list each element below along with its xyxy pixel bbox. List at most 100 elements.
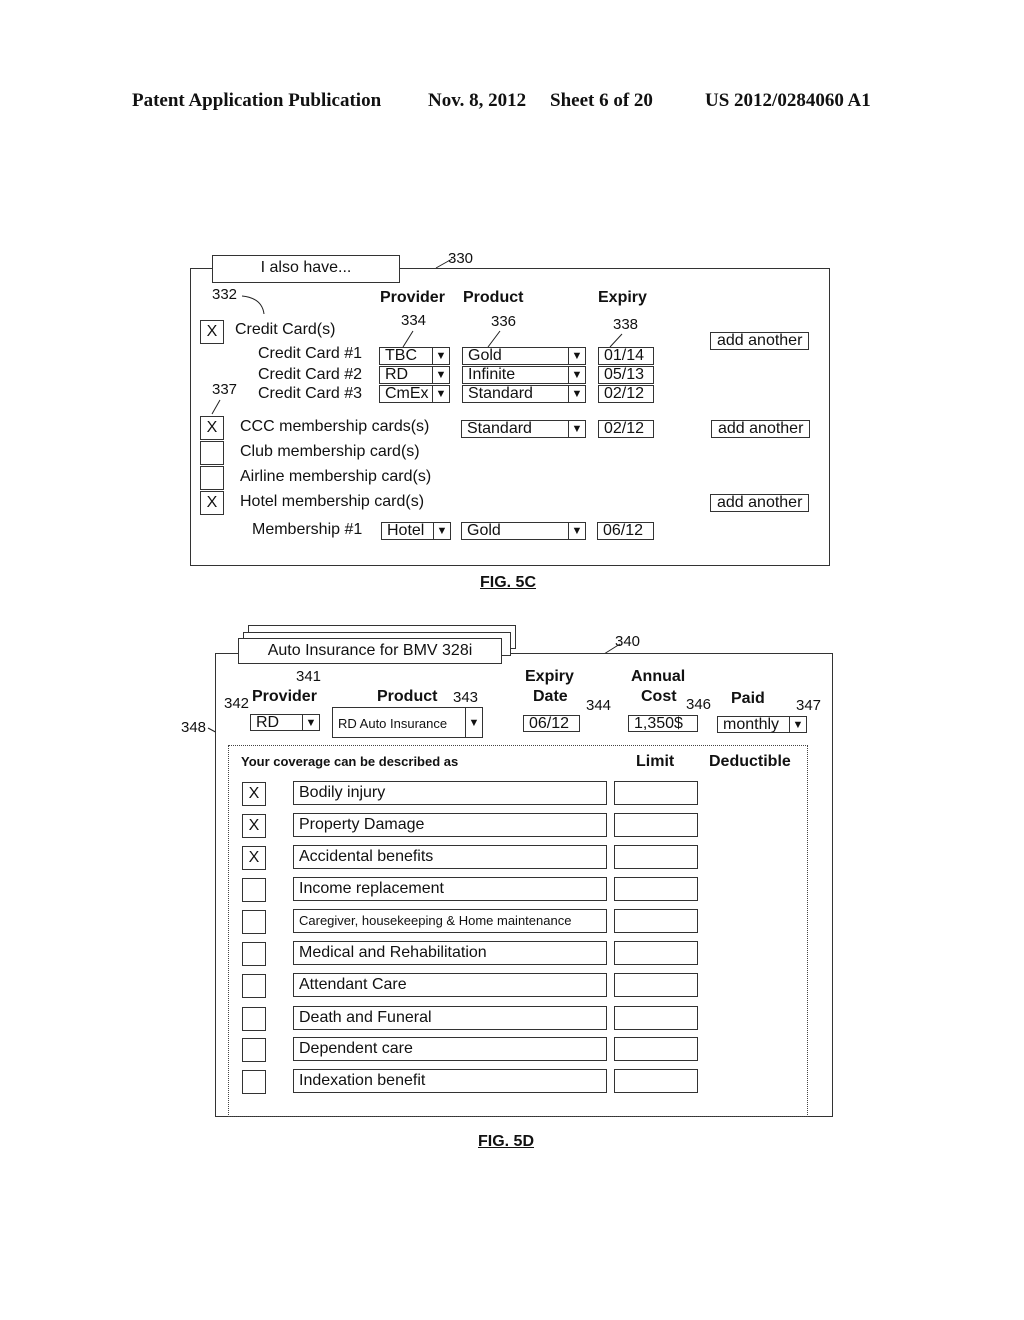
membership-1-product-select[interactable]: Gold ▼ bbox=[461, 522, 586, 540]
coverage-checkbox[interactable] bbox=[242, 1070, 266, 1094]
coverage-checkbox[interactable] bbox=[242, 1007, 266, 1031]
coverage-checkbox[interactable]: X bbox=[242, 846, 266, 870]
dropdown-arrow-icon[interactable]: ▼ bbox=[432, 386, 449, 402]
coverage-label-field: Attendant Care bbox=[293, 973, 607, 997]
fig5c-tab-label: I also have... bbox=[260, 259, 352, 276]
dropdown-arrow-icon[interactable]: ▼ bbox=[432, 367, 449, 383]
expiry-date-field[interactable]: 06/12 bbox=[523, 715, 580, 732]
dropdown-arrow-icon[interactable]: ▼ bbox=[568, 348, 585, 364]
dropdown-arrow-icon[interactable]: ▼ bbox=[568, 367, 585, 383]
product-select[interactable]: RD Auto Insurance ▼ bbox=[332, 707, 483, 738]
ref-336: 336 bbox=[491, 313, 517, 330]
figure-caption-5d: FIG. 5D bbox=[478, 1133, 535, 1150]
credit-card-2-provider-select[interactable]: RD ▼ bbox=[379, 366, 450, 384]
coverage-limit-field[interactable] bbox=[614, 941, 698, 965]
coverage-checkbox[interactable] bbox=[242, 974, 266, 998]
ref-334: 334 bbox=[401, 312, 427, 329]
selected-value: Standard bbox=[467, 420, 532, 437]
dropdown-arrow-icon[interactable]: ▼ bbox=[465, 708, 482, 737]
coverage-limit-field[interactable] bbox=[614, 973, 698, 997]
selected-value: Gold bbox=[467, 522, 501, 539]
ref-348: 348 bbox=[181, 719, 207, 736]
add-another-button-credit-cards[interactable]: add another bbox=[710, 332, 810, 350]
coverage-checkbox[interactable]: X bbox=[242, 782, 266, 806]
credit-card-2-expiry-field[interactable]: 05/13 bbox=[598, 366, 654, 384]
category-label-hotel-membership: Hotel membership card(s) bbox=[240, 493, 425, 510]
fig5d-tab[interactable]: Auto Insurance for BMV 328i bbox=[238, 638, 502, 664]
column-header-expiry: Expiry bbox=[525, 668, 574, 685]
credit-card-3-provider-select[interactable]: CmEx ▼ bbox=[379, 385, 450, 403]
credit-card-3-expiry-field[interactable]: 02/12 bbox=[598, 385, 654, 403]
dropdown-arrow-icon[interactable]: ▼ bbox=[789, 717, 806, 732]
ref-332: 332 bbox=[212, 286, 238, 303]
ref-341: 341 bbox=[296, 668, 322, 685]
coverage-limit-field[interactable] bbox=[614, 909, 698, 933]
credit-card-3-label: Credit Card #3 bbox=[258, 385, 363, 402]
membership-1-label: Membership #1 bbox=[252, 521, 363, 538]
coverage-limit-field[interactable] bbox=[614, 1006, 698, 1030]
ccc-product-select[interactable]: Standard ▼ bbox=[461, 420, 586, 438]
coverage-label-field: Medical and Rehabilitation bbox=[293, 941, 607, 965]
patent-number: US 2012/0284060 A1 bbox=[705, 90, 871, 111]
column-header-product: Product bbox=[377, 688, 438, 705]
add-another-button-hotel[interactable]: add another bbox=[710, 494, 810, 512]
ref-342: 342 bbox=[224, 695, 250, 712]
coverage-label-field: Property Damage bbox=[293, 813, 607, 837]
coverage-checkbox[interactable]: X bbox=[242, 814, 266, 838]
fig5d-tab-label: Auto Insurance for BMV 328i bbox=[267, 642, 473, 659]
dropdown-arrow-icon[interactable]: ▼ bbox=[568, 523, 585, 539]
coverage-limit-field[interactable] bbox=[614, 1037, 698, 1061]
sheet-number: Sheet 6 of 20 bbox=[550, 90, 653, 111]
column-header-product: Product bbox=[463, 289, 524, 306]
dropdown-arrow-icon[interactable]: ▼ bbox=[432, 348, 449, 364]
credit-card-1-provider-select[interactable]: TBC ▼ bbox=[379, 347, 450, 365]
fig5c-tab[interactable]: I also have... bbox=[212, 255, 400, 283]
credit-card-2-label: Credit Card #2 bbox=[258, 366, 363, 383]
checkbox-club-membership[interactable] bbox=[200, 441, 224, 465]
dropdown-arrow-icon[interactable]: ▼ bbox=[568, 421, 585, 437]
annual-cost-field[interactable]: 1,350$ bbox=[628, 715, 698, 732]
checkbox-airline-membership[interactable] bbox=[200, 466, 224, 490]
dropdown-arrow-icon[interactable]: ▼ bbox=[433, 523, 450, 539]
coverage-checkbox[interactable] bbox=[242, 910, 266, 934]
ref-337: 337 bbox=[212, 381, 238, 398]
credit-card-2-product-select[interactable]: Infinite ▼ bbox=[462, 366, 586, 384]
selected-value: monthly bbox=[723, 716, 780, 733]
coverage-checkbox[interactable] bbox=[242, 942, 266, 966]
publication-label: Patent Application Publication bbox=[132, 90, 382, 111]
coverage-limit-field[interactable] bbox=[614, 877, 698, 901]
provider-select[interactable]: RD ▼ bbox=[250, 714, 320, 731]
column-header-provider: Provider bbox=[380, 289, 445, 306]
ref-343: 343 bbox=[453, 689, 479, 706]
coverage-limit-field[interactable] bbox=[614, 1069, 698, 1093]
ccc-expiry-field[interactable]: 02/12 bbox=[598, 420, 654, 438]
category-label-credit-cards: Credit Card(s) bbox=[235, 321, 336, 338]
coverage-checkbox[interactable] bbox=[242, 878, 266, 902]
dropdown-arrow-icon[interactable]: ▼ bbox=[302, 715, 319, 730]
coverage-checkbox[interactable] bbox=[242, 1038, 266, 1062]
add-another-button-ccc[interactable]: add another bbox=[711, 420, 811, 438]
credit-card-3-product-select[interactable]: Standard ▼ bbox=[462, 385, 586, 403]
checkbox-ccc-membership[interactable]: X bbox=[200, 416, 224, 440]
selected-value: Gold bbox=[468, 347, 502, 364]
coverage-limit-field[interactable] bbox=[614, 845, 698, 869]
membership-1-provider-select[interactable]: Hotel ▼ bbox=[381, 522, 451, 540]
column-header-paid: Paid bbox=[731, 690, 765, 707]
checkbox-hotel-membership[interactable]: X bbox=[200, 491, 224, 515]
dropdown-arrow-icon[interactable]: ▼ bbox=[568, 386, 585, 402]
membership-1-expiry-field[interactable]: 06/12 bbox=[597, 522, 654, 540]
selected-value: Standard bbox=[468, 385, 533, 402]
credit-card-1-expiry-field[interactable]: 01/14 bbox=[598, 347, 654, 365]
coverage-label-field: Caregiver, housekeeping & Home maintenan… bbox=[293, 909, 607, 933]
checkbox-credit-cards[interactable]: X bbox=[200, 320, 224, 344]
coverage-limit-field[interactable] bbox=[614, 813, 698, 837]
deductible-header: Deductible bbox=[709, 753, 791, 770]
selected-value: RD bbox=[256, 714, 280, 731]
paid-frequency-select[interactable]: monthly ▼ bbox=[717, 716, 807, 733]
ref-346: 346 bbox=[686, 696, 712, 713]
credit-card-1-product-select[interactable]: Gold ▼ bbox=[462, 347, 586, 365]
coverage-limit-field[interactable] bbox=[614, 781, 698, 805]
ref-347: 347 bbox=[796, 697, 822, 714]
column-header-date: Date bbox=[533, 688, 568, 705]
category-label-club-membership: Club membership card(s) bbox=[240, 443, 420, 460]
